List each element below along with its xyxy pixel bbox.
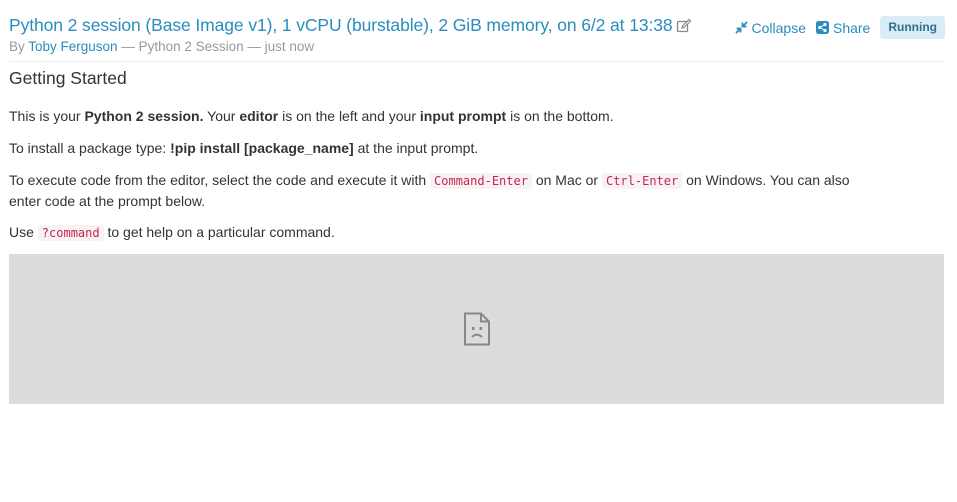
share-label: Share (832, 19, 871, 36)
text: to get help on a particular command. (103, 224, 335, 240)
text: is on the left and your (278, 108, 420, 124)
collapse-button[interactable]: Collapse (734, 19, 806, 36)
text: is on the bottom. (506, 108, 614, 124)
author-link[interactable]: Toby Ferguson (28, 39, 117, 54)
header-actions: Collapse Share Running (734, 16, 945, 39)
inline-code: Command-Enter (430, 173, 532, 189)
text: Use (9, 224, 38, 240)
session-header: Python 2 session (Base Image v1), 1 vCPU… (9, 12, 945, 62)
broken-document-icon (463, 312, 490, 346)
text: To install a package type: (9, 140, 171, 156)
text: on Mac or (531, 172, 602, 188)
help-paragraph: Use ?command to get help on a particular… (9, 222, 879, 243)
byline: By Toby Ferguson — Python 2 Session — ju… (9, 39, 314, 55)
title-row: Python 2 session (Base Image v1), 1 vCPU… (9, 14, 692, 36)
status-badge: Running (880, 16, 945, 39)
bold-text: !pip install [package_name] (170, 140, 354, 156)
bold-text: input prompt (419, 108, 507, 124)
collapse-label: Collapse (751, 19, 806, 36)
text: Your (203, 108, 240, 124)
share-button[interactable]: Share (815, 19, 871, 36)
execute-paragraph: To execute code from the editor, select … (9, 170, 879, 211)
intro-paragraph: This is your Python 2 session. Your edit… (9, 106, 879, 126)
embedded-frame (9, 254, 944, 404)
install-paragraph: To install a package type: !pip install … (9, 138, 879, 158)
text: at the input prompt. (353, 140, 479, 156)
text: This is your (9, 108, 85, 124)
section-title: Getting Started (9, 68, 127, 88)
inline-code: Ctrl-Enter (601, 173, 683, 189)
session-title[interactable]: Python 2 session (Base Image v1), 1 vCPU… (9, 14, 673, 36)
by-prefix: By (9, 39, 29, 54)
collapse-icon (734, 21, 748, 34)
edit-icon[interactable] (676, 18, 692, 34)
bold-text: Python 2 session. (84, 108, 204, 124)
bold-text: editor (239, 108, 279, 124)
text: To execute code from the editor, select … (9, 172, 431, 188)
session-meta: — Python 2 Session — just now (117, 39, 315, 54)
inline-code: ?command (37, 225, 104, 241)
share-icon (815, 21, 829, 34)
